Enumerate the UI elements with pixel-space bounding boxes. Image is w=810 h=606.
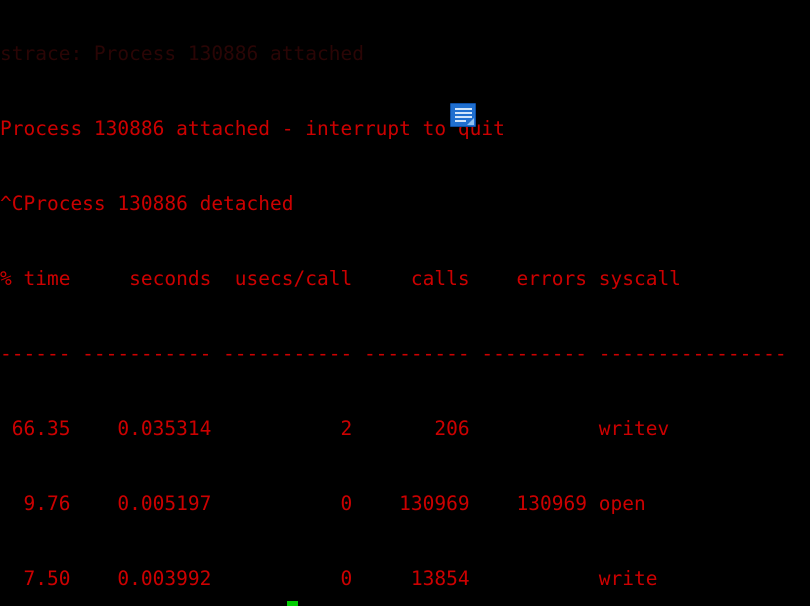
- document-line-2: [455, 112, 472, 114]
- document-lines-icon[interactable]: [450, 103, 476, 127]
- terminal-output: strace: Process 130886 attached Process …: [0, 0, 810, 606]
- terminal-line-scrollback-partial: strace: Process 130886 attached: [0, 42, 364, 65]
- terminal-line-separator-top: ------ ----------- ----------- ---------…: [0, 342, 787, 365]
- document-line-4: [455, 120, 466, 122]
- table-row: 66.35 0.035314 2 206 writev: [0, 417, 670, 440]
- terminal-line-process-detached: ^CProcess 130886 detached: [0, 192, 294, 215]
- table-row: 7.50 0.003992 0 13854 write: [0, 567, 658, 590]
- terminal-window[interactable]: strace: Process 130886 attached Process …: [0, 0, 810, 606]
- terminal-line-process-attached: Process 130886 attached - interrupt to q…: [0, 117, 505, 140]
- terminal-line-table-header: % time seconds usecs/call calls errors s…: [0, 267, 681, 290]
- terminal-cursor: [287, 601, 298, 606]
- document-corner-fold: [467, 118, 474, 125]
- document-line-1: [455, 108, 472, 110]
- table-row: 9.76 0.005197 0 130969 130969 open: [0, 492, 646, 515]
- document-line-3: [455, 116, 472, 118]
